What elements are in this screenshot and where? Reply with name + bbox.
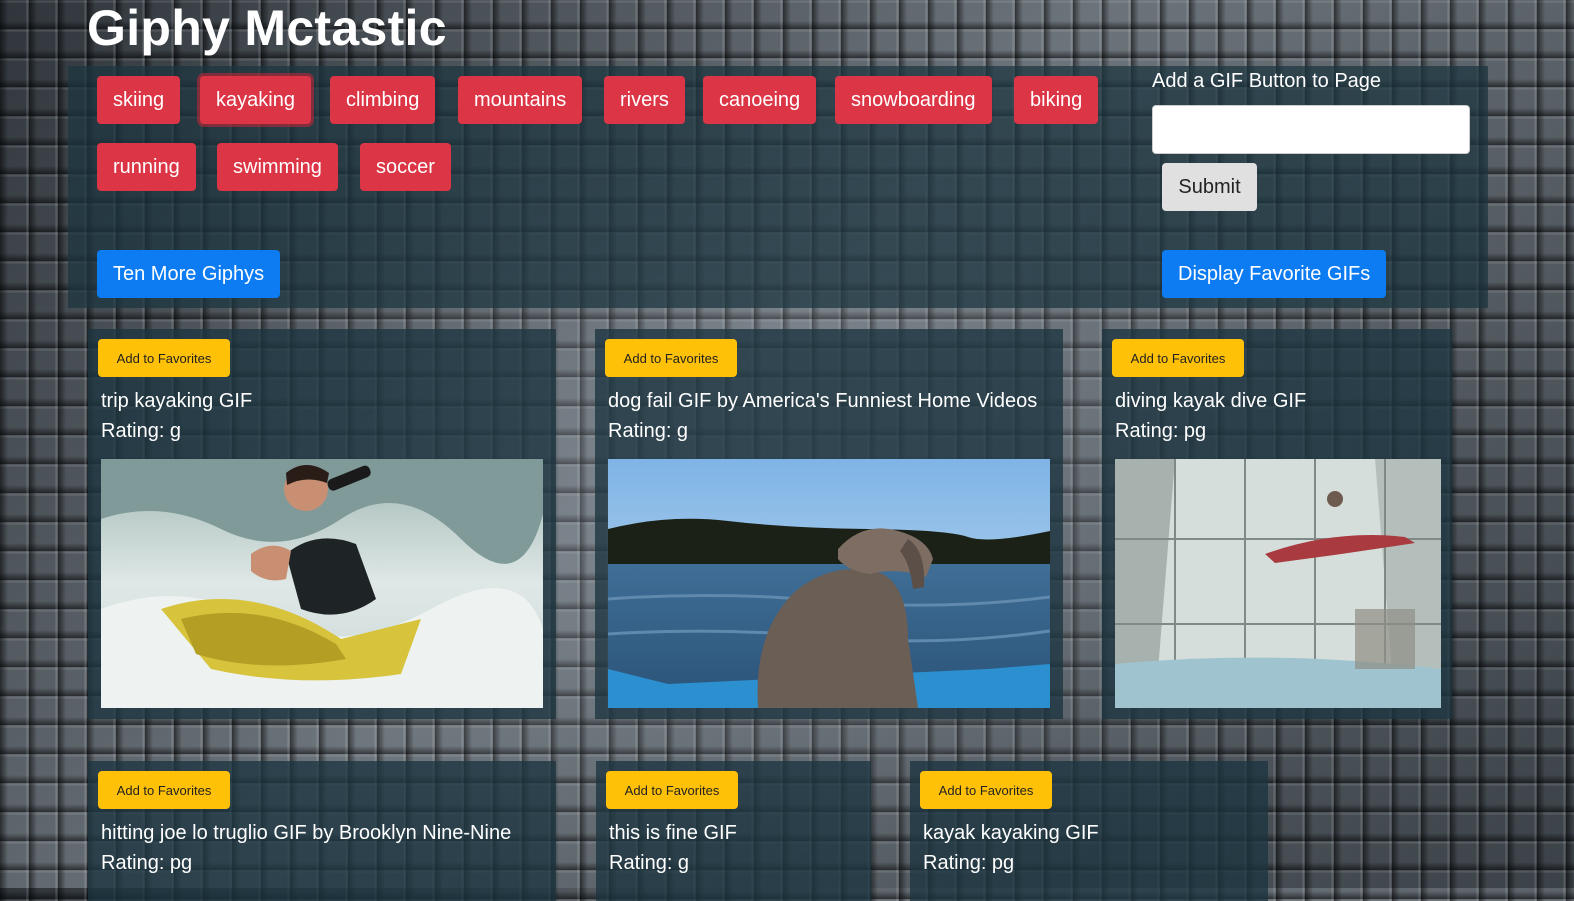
gif-rating: Rating: pg (1115, 420, 1207, 442)
gif-rating: Rating: pg (923, 852, 1015, 874)
gif-image[interactable] (1115, 459, 1441, 708)
add-to-favorites-button[interactable]: Add to Favorites (1112, 339, 1244, 377)
topic-button-climbing[interactable]: climbing (330, 76, 436, 124)
gif-card: Add to Favorites trip kayaking GIF Ratin… (88, 329, 556, 719)
display-favorites-button[interactable]: Display Favorite GIFs (1162, 250, 1387, 298)
add-gif-label: Add a GIF Button to Page (1152, 70, 1382, 92)
gif-title: dog fail GIF by America's Funniest Home … (608, 390, 1038, 412)
add-to-favorites-button[interactable]: Add to Favorites (920, 771, 1052, 809)
gif-card: Add to Favorites this is fine GIF Rating… (596, 761, 871, 901)
gif-title: diving kayak dive GIF (1115, 390, 1307, 412)
gif-title: kayak kayaking GIF (923, 822, 1099, 844)
gif-image[interactable] (101, 459, 543, 708)
gif-title: this is fine GIF (609, 822, 737, 844)
ten-more-giphys-button[interactable]: Ten More Giphys (97, 250, 281, 298)
gif-card: Add to Favorites dog fail GIF by America… (595, 329, 1063, 719)
gif-card: Add to Favorites kayak kayaking GIF Rati… (910, 761, 1268, 901)
gif-rating: Rating: pg (101, 852, 193, 874)
gif-card: Add to Favorites diving kayak dive GIF R… (1102, 329, 1452, 719)
topic-button-skiing[interactable]: skiing (97, 76, 181, 124)
submit-button[interactable]: Submit (1162, 163, 1257, 211)
add-gif-input[interactable] (1152, 105, 1470, 154)
topic-button-canoeing[interactable]: canoeing (703, 76, 817, 124)
add-to-favorites-button[interactable]: Add to Favorites (605, 339, 737, 377)
topic-button-swimming[interactable]: swimming (217, 143, 338, 191)
add-to-favorites-button[interactable]: Add to Favorites (98, 339, 230, 377)
gif-rating: Rating: g (608, 420, 689, 442)
add-to-favorites-button[interactable]: Add to Favorites (98, 771, 230, 809)
gif-rating: Rating: g (609, 852, 690, 874)
topic-button-kayaking[interactable]: kayaking (200, 76, 311, 124)
gif-rating: Rating: g (101, 420, 182, 442)
gif-title: trip kayaking GIF (101, 390, 253, 412)
gif-title: hitting joe lo truglio GIF by Brooklyn N… (101, 822, 512, 844)
topic-button-running[interactable]: running (97, 143, 196, 191)
topic-button-soccer[interactable]: soccer (360, 143, 451, 191)
gif-image[interactable] (608, 459, 1050, 708)
gif-card: Add to Favorites hitting joe lo truglio … (88, 761, 556, 901)
topic-button-biking[interactable]: biking (1014, 76, 1099, 124)
topic-button-mountains[interactable]: mountains (458, 76, 583, 124)
add-to-favorites-button[interactable]: Add to Favorites (606, 771, 738, 809)
topic-button-rivers[interactable]: rivers (604, 76, 685, 124)
page-title: Giphy Mctastic (87, 0, 447, 56)
topic-button-snowboarding[interactable]: snowboarding (835, 76, 992, 124)
